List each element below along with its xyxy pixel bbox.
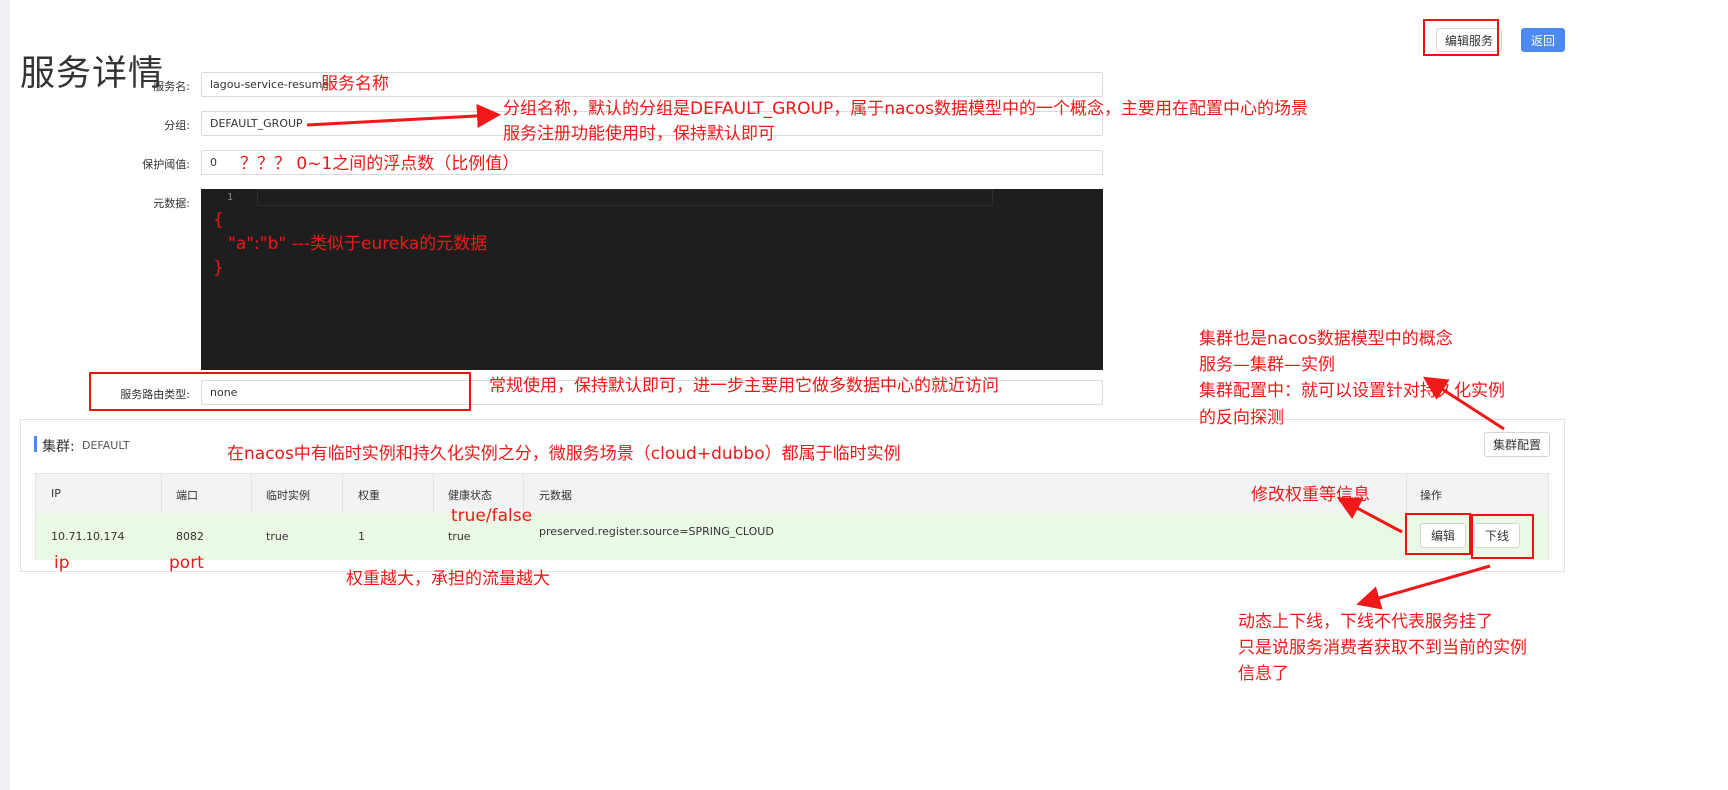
annotation-cluster-4: 的反向探测 [1199, 408, 1284, 428]
annotation-cluster-3: 集群配置中：就可以设置针对持久化实例 [1199, 381, 1505, 401]
arrow-group [306, 103, 501, 128]
annotation-meta-body: "a":"b" ---类似于eureka的元数据 [228, 234, 488, 254]
annotation-group-1: 分组名称，默认的分组是DEFAULT_GROUP，属于nacos数据模型中的一个… [503, 99, 1308, 119]
annotation-ephemeral: 在nacos中有临时实例和持久化实例之分，微服务场景（cloud+dubbo）都… [227, 444, 901, 464]
annotation-offline-1: 动态上下线，下线不代表服务挂了 [1238, 612, 1493, 632]
annotation-threshold: ？？？ 0~1之间的浮点数（比例值） [240, 154, 520, 174]
annotation-offline-2: 只是说服务消费者获取不到当前的实例 [1238, 638, 1527, 658]
annotation-cluster-2: 服务—集群—实例 [1199, 355, 1335, 375]
annotation-offline-3: 信息了 [1238, 664, 1289, 684]
arrow-offline [1356, 564, 1491, 610]
annotation-group-2: 服务注册功能使用时，保持默认即可 [503, 124, 775, 144]
annotation-ip: ip [54, 553, 70, 573]
annotation-healthy: true/false [451, 506, 533, 526]
annotation-meta-close: } [213, 258, 224, 278]
annotation-service-name: 服务名称 [321, 74, 389, 94]
annotation-port: port [169, 553, 204, 573]
annotation-route: 常规使用，保持默认即可，进一步主要用它做多数据中心的就近访问 [489, 376, 999, 396]
annotation-edit: 修改权重等信息 [1251, 485, 1370, 505]
annotation-weight: 权重越大，承担的流量越大 [346, 569, 550, 589]
annotation-meta-open: { [213, 210, 224, 230]
annotation-cluster-1: 集群也是nacos数据模型中的概念 [1199, 329, 1453, 349]
